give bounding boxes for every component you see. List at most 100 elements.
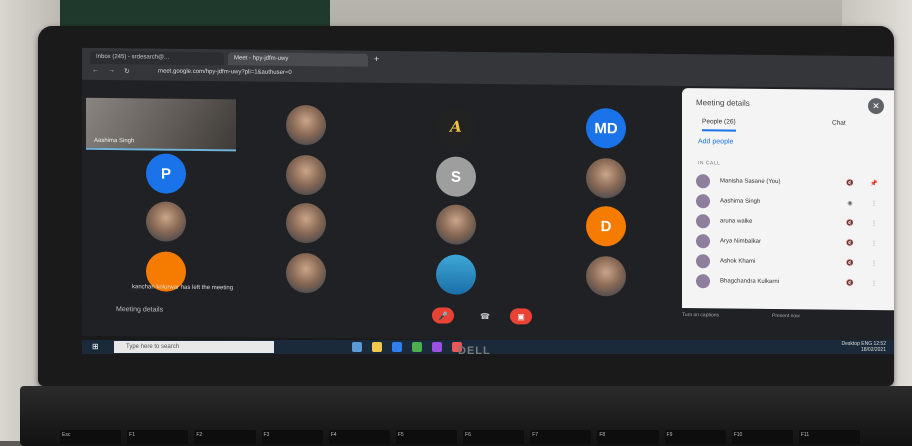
participant-photo — [586, 158, 626, 199]
person-name: Aashima Singh — [720, 198, 761, 205]
keyboard-key[interactable]: F11 — [798, 430, 861, 444]
file-explorer-icon[interactable] — [372, 342, 382, 352]
task-view-icon[interactable] — [352, 342, 362, 352]
keyboard-key[interactable]: F2 — [194, 430, 256, 444]
close-icon[interactable]: ✕ — [868, 97, 884, 115]
captions-label: Turn on captions — [682, 312, 720, 319]
address-bar[interactable]: meet.google.com/hpy-jdfm-uwy?pli=1&authu… — [152, 66, 672, 83]
forward-icon[interactable]: → — [108, 67, 115, 74]
keyboard-key[interactable]: F9 — [664, 430, 726, 444]
participant-tile[interactable]: D — [546, 201, 666, 252]
participant-photo — [286, 154, 326, 196]
participant-tile[interactable] — [546, 251, 666, 302]
avatar — [696, 174, 710, 189]
add-people-button[interactable]: Add people — [698, 138, 733, 145]
participant-photo — [286, 104, 326, 146]
participant-tile[interactable]: P — [106, 148, 226, 199]
list-item[interactable]: Aashima Singh ◉ ⋮ — [696, 192, 886, 212]
list-item[interactable]: Ashok Khami 🔇 ⋮ — [696, 252, 886, 272]
desktop-label: Desktop — [841, 341, 860, 347]
participant-photo — [586, 256, 626, 297]
windows-start-icon[interactable]: ⊞ — [92, 342, 99, 351]
reload-icon[interactable]: ↻ — [124, 67, 130, 75]
participant-tile[interactable] — [246, 197, 366, 248]
person-name: Manisha Sasane (You) — [720, 178, 781, 186]
participant-initials: S — [436, 156, 476, 197]
more-icon[interactable]: ⋮ — [862, 279, 886, 287]
participant-tile[interactable] — [246, 247, 366, 298]
list-item[interactable]: Bhagchandra Kulkarni 🔇 ⋮ — [696, 272, 886, 292]
tab-inbox-label: Inbox (245) - srdesarch@... — [96, 53, 170, 61]
mic-muted-icon: 🔇 — [846, 280, 854, 287]
pin-icon[interactable]: 📌 — [862, 179, 886, 187]
search-input[interactable]: Type here to search — [114, 341, 274, 353]
person-name: Arya Nimbalkar — [720, 238, 762, 245]
search-placeholder: Type here to search — [126, 344, 180, 350]
people-tab-label: People (26) — [702, 118, 736, 126]
keyboard-key[interactable]: F3 — [261, 430, 323, 444]
new-tab-icon[interactable]: + — [374, 54, 379, 64]
keyboard-key[interactable]: F7 — [530, 430, 592, 444]
people-panel: Meeting details ✕ People (26) Chat Add p… — [682, 88, 894, 311]
keyboard-key[interactable]: F6 — [463, 430, 525, 444]
list-item[interactable]: Arya Nimbalkar 🔇 ⋮ — [696, 232, 886, 252]
avatar — [696, 234, 710, 249]
list-item[interactable]: Manisha Sasane (You) 🔇 📌 — [696, 172, 886, 192]
participant-tile[interactable] — [396, 249, 516, 300]
url-text: meet.google.com/hpy-jdfm-uwy?pli=1&authu… — [158, 68, 292, 76]
dell-logo: DELL — [458, 345, 491, 357]
more-icon[interactable]: ⋮ — [862, 239, 886, 247]
participant-tile[interactable]: A — [396, 101, 516, 152]
participant-tile[interactable] — [106, 196, 226, 247]
participant-tile[interactable] — [246, 149, 366, 200]
camera-off-button[interactable]: ▣ — [510, 308, 532, 325]
mic-muted-icon: 🔇 — [846, 180, 854, 187]
person-name: Ashok Khami — [720, 258, 756, 265]
more-icon[interactable]: ⋮ — [862, 219, 886, 227]
keyboard-key[interactable]: F8 — [597, 430, 659, 444]
participant-grid: A MD P S D — [86, 82, 682, 308]
participant-logo: A — [436, 106, 476, 147]
chat-tab-label: Chat — [832, 119, 846, 127]
participant-tile[interactable]: MD — [546, 103, 666, 154]
avatar — [696, 214, 710, 229]
more-icon[interactable]: ⋮ — [862, 199, 886, 207]
left-meeting-toast: kanchan kolurwar has left the meeting — [132, 284, 234, 292]
back-icon[interactable]: ← — [92, 67, 99, 74]
present-button[interactable]: Present now — [772, 313, 800, 319]
participant-tile[interactable] — [396, 199, 516, 250]
keyboard-key[interactable]: Esc — [60, 430, 122, 444]
list-item[interactable]: aruna walke 🔇 ⋮ — [696, 212, 886, 232]
tab-inbox[interactable]: Inbox (245) - srdesarch@... — [90, 50, 224, 66]
mic-muted-icon: 🔇 — [846, 240, 854, 247]
system-tray[interactable]: Desktop ENG 12:52 18/02/2021 — [842, 341, 886, 353]
participant-photo — [436, 204, 476, 245]
hangup-icon[interactable]: ☎ — [474, 308, 496, 324]
mic-muted-icon: 🔇 — [846, 220, 854, 227]
keyboard-key[interactable]: F1 — [127, 430, 189, 444]
participant-photo — [286, 252, 326, 294]
participant-tile[interactable] — [246, 99, 366, 150]
captions-button[interactable]: Turn on captions — [682, 312, 719, 318]
person-name: aruna walke — [720, 218, 753, 225]
participant-initials: P — [146, 153, 186, 194]
keyboard-key[interactable]: F10 — [731, 430, 793, 444]
chrome-icon[interactable] — [412, 342, 422, 352]
keyboard-key[interactable]: F4 — [328, 430, 390, 444]
participant-tile[interactable]: S — [396, 151, 516, 202]
more-icon[interactable]: ⋮ — [862, 259, 886, 267]
tab-meet[interactable]: Meet - hpy-jdfm-uwy — [228, 52, 368, 67]
in-call-heading: IN CALL — [698, 160, 721, 167]
participant-tile[interactable] — [546, 153, 666, 204]
keyboard-key[interactable]: F5 — [395, 430, 458, 444]
meeting-details-button[interactable]: Meeting details — [116, 306, 163, 313]
tab-chat[interactable]: Chat — [832, 120, 846, 127]
participant-photo — [286, 202, 326, 244]
store-icon[interactable] — [432, 342, 442, 352]
laptop-screen: Inbox (245) - srdesarch@... Meet - hpy-j… — [82, 47, 894, 345]
mic-off-button[interactable]: 🎤 — [432, 307, 454, 324]
edge-icon[interactable] — [392, 342, 402, 352]
keyboard-function-row: Esc F1 F2 F3 F4 F5 F6 F7 F8 F9 F10 F11 — [60, 430, 861, 444]
tab-people[interactable]: People (26) — [702, 118, 736, 132]
speaking-icon: ◉ — [847, 200, 853, 207]
